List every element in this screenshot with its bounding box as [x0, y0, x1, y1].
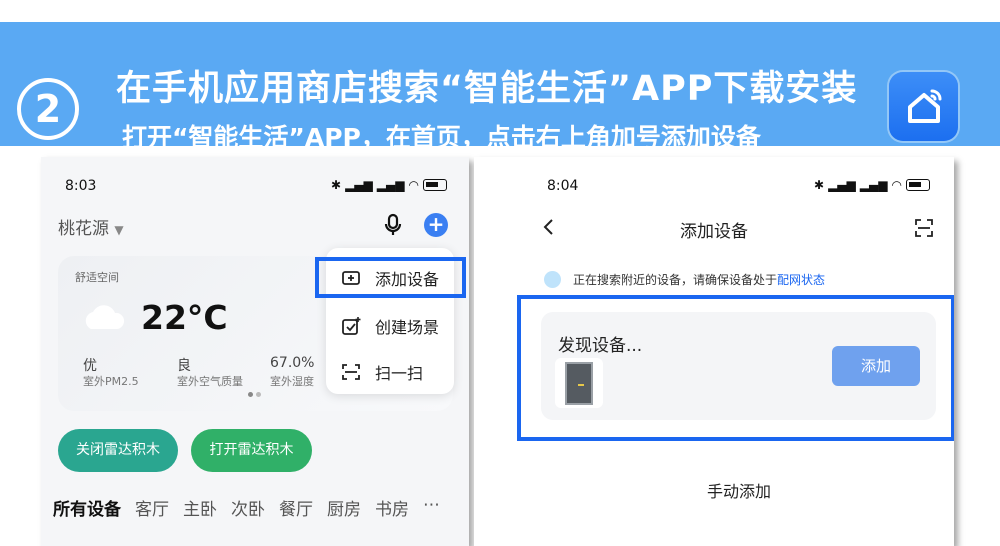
tab-second-bedroom[interactable]: 次卧 — [231, 495, 265, 520]
bluetooth-icon: ✱ — [331, 178, 342, 192]
humidity-value: 67.0% — [270, 355, 315, 371]
room-tabs: 所有设备 客厅 主卧 次卧 餐厅 厨房 书房 ⋯ — [53, 495, 440, 520]
battery-icon — [422, 179, 447, 191]
more-icon[interactable]: ⋯ — [423, 495, 440, 520]
pm25-label: 室外PM2.5 — [83, 375, 139, 388]
network-mode-link[interactable]: 配网状态 — [777, 273, 825, 287]
phone-screen-add-device: 8:04 ✱ ▂▄▆ ▂▄▆ ◠ 添加设备 正在搜索附近的设备，请确保设备处于配… — [474, 157, 954, 546]
page-title: 添加设备 — [680, 222, 748, 242]
tab-dining-room[interactable]: 餐厅 — [279, 495, 313, 520]
wifi-icon: ◠ — [891, 178, 902, 192]
air-quality-value: 良 — [177, 358, 191, 374]
smart-home-icon — [889, 72, 958, 141]
cloud-icon — [85, 305, 125, 329]
signal-icon: ▂▄▆ — [345, 178, 373, 192]
carousel-dots — [248, 392, 261, 397]
air-quality-label: 室外空气质量 — [177, 375, 243, 388]
scan-icon[interactable] — [914, 218, 934, 238]
menu-item-label: 创建场景 — [375, 318, 440, 337]
home-name-label: 桃花源 — [58, 219, 109, 239]
weather-card-label: 舒适空间 — [75, 271, 119, 284]
manual-add-link[interactable]: 手动添加 — [474, 478, 954, 502]
banner-title: 在手机应用商店搜索“智能生活”APP下载安装 — [116, 69, 858, 109]
create-scene-icon — [342, 317, 361, 335]
status-time: 8:03 — [65, 178, 97, 194]
highlight-box-found-device — [517, 295, 954, 441]
tab-living-room[interactable]: 客厅 — [135, 495, 169, 520]
scan-icon — [342, 364, 360, 380]
phone-screen-home: 8:03 ✱ ▂▄▆ ▂▄▆ ◠ 桃花源 ▼ + 舒适空间 22°C 优 室外P… — [41, 157, 469, 546]
signal-icon: ▂▄▆ — [859, 178, 888, 192]
scene-button-radar-on[interactable]: 打开雷达积木 — [191, 429, 312, 472]
pm25-value: 优 — [83, 358, 97, 374]
carousel-dot — [248, 392, 253, 397]
tab-master-bedroom[interactable]: 主卧 — [183, 495, 217, 520]
carousel-dot — [256, 392, 261, 397]
status-time: 8:04 — [547, 178, 579, 194]
step-number-badge: 2 — [17, 78, 79, 140]
status-icons: ✱ ▂▄▆ ▂▄▆ ◠ — [814, 178, 930, 192]
battery-icon — [905, 179, 930, 191]
menu-item-label: 扫一扫 — [375, 364, 424, 383]
scene-button-radar-off[interactable]: 关闭雷达积木 — [58, 429, 178, 472]
tab-all-devices[interactable]: 所有设备 — [53, 495, 121, 520]
wifi-icon: ◠ — [408, 178, 419, 192]
humidity-label: 室外湿度 — [270, 375, 314, 388]
tab-study[interactable]: 书房 — [375, 495, 409, 520]
chevron-down-icon: ▼ — [114, 223, 124, 237]
tab-kitchen[interactable]: 厨房 — [327, 495, 361, 520]
instruction-banner: 2 在手机应用商店搜索“智能生活”APP下载安装 打开“智能生活”APP，在首页… — [0, 22, 1000, 152]
searching-indicator-icon — [544, 271, 561, 288]
bluetooth-icon: ✱ — [814, 178, 825, 192]
highlight-box-add-device — [315, 257, 466, 298]
signal-icon: ▂▄▆ — [828, 178, 856, 192]
temperature-value: 22°C — [141, 298, 228, 337]
menu-item-create-scene[interactable]: 创建场景 — [341, 314, 439, 338]
search-status-text: 正在搜索附近的设备，请确保设备处于 — [573, 273, 778, 287]
signal-icon: ▂▄▆ — [376, 178, 405, 192]
status-icons: ✱ ▂▄▆ ▂▄▆ ◠ — [331, 178, 447, 192]
search-status: 正在搜索附近的设备，请确保设备处于配网状态 — [544, 271, 825, 288]
home-selector[interactable]: 桃花源 ▼ — [58, 214, 124, 239]
add-plus-button[interactable]: + — [424, 213, 448, 237]
banner-subtitle: 打开“智能生活”APP，在首页，点击右上角加号添加设备 — [122, 123, 761, 152]
menu-item-scan[interactable]: 扫一扫 — [341, 360, 423, 384]
microphone-icon[interactable] — [382, 213, 404, 237]
